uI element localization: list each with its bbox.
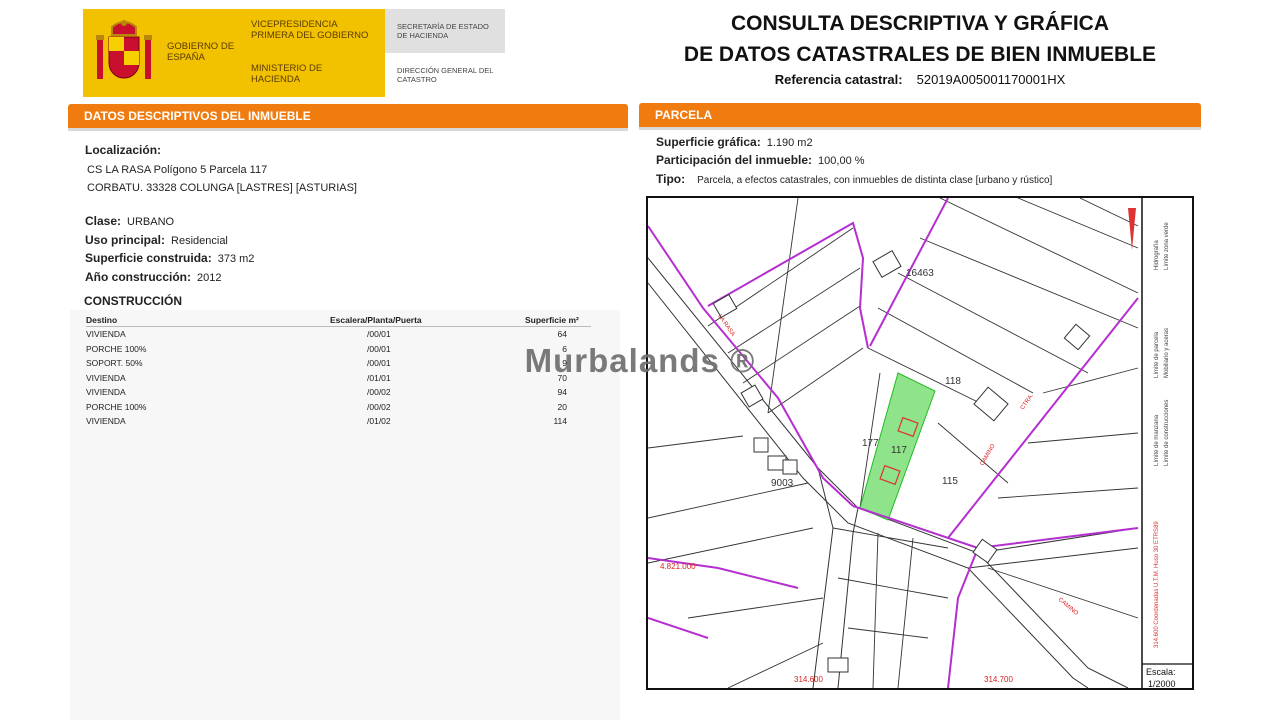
table-header-row: Destino Escalera/Planta/Puerta Superfici… bbox=[86, 314, 591, 327]
cell-destino: PORCHE 100% bbox=[86, 401, 147, 412]
construccion-heading: CONSTRUCCIÓN bbox=[84, 294, 182, 308]
cell-escalera: /00/02 bbox=[367, 387, 391, 398]
gobierno-label: GOBIERNO DE ESPAÑA bbox=[167, 41, 235, 63]
north-arrow-icon bbox=[1128, 208, 1136, 250]
ano-row: Año construcción: 2012 bbox=[85, 268, 222, 287]
table-row: VIVIENDA/00/01 64 bbox=[86, 327, 591, 342]
escala-label: Escala: bbox=[1146, 667, 1176, 677]
cell-destino: VIVIENDA bbox=[86, 416, 126, 427]
street-label: CTRA. bbox=[1020, 393, 1035, 411]
utm-note: 314.600 Coordenadas U.T.M. Huso 30 ETRS8… bbox=[1154, 521, 1160, 648]
parcel-label: 16463 bbox=[906, 268, 934, 279]
bar-divider bbox=[639, 127, 1201, 130]
coat-of-arms-icon bbox=[96, 20, 152, 79]
cell-escalera: /01/02 bbox=[367, 416, 391, 427]
street-label: CAMINO bbox=[1057, 597, 1079, 617]
coord-x1: 314.600 bbox=[794, 675, 823, 684]
clase-value: URBANO bbox=[127, 216, 175, 228]
cell-superficie: 94 bbox=[557, 387, 567, 398]
cell-destino: VIVIENDA bbox=[86, 329, 126, 340]
superficie-row: Superficie construida: 373 m2 bbox=[85, 249, 254, 268]
street-label: CAMINO bbox=[980, 443, 997, 467]
datos-descriptivos-bar: DATOS DESCRIPTIVOS DEL INMUEBLE bbox=[68, 104, 628, 128]
col-superficie: Superficie m² bbox=[525, 314, 591, 327]
participacion-label: Participación del inmueble: bbox=[656, 153, 813, 167]
col-escalera: Escalera/Planta/Puerta bbox=[330, 314, 525, 327]
cell-superficie: 64 bbox=[557, 329, 567, 340]
ministerio-label: MINISTERIO DE HACIENDA bbox=[251, 63, 323, 85]
document-title: CONSULTA DESCRIPTIVA Y GRÁFICA DE DATOS … bbox=[640, 8, 1200, 70]
escala-value: 1/2000 bbox=[1148, 679, 1176, 688]
parcel-label: 115 bbox=[942, 476, 958, 487]
ref-value: 52019A005001170001HX bbox=[916, 72, 1066, 87]
clase-row: Clase: URBANO bbox=[85, 212, 174, 231]
secretaria-label: SECRETARÍA DE ESTADO DE HACIENDA bbox=[397, 22, 489, 40]
tipo-row: Tipo: Parcela, a efectos catastrales, con… bbox=[656, 170, 1052, 190]
watermark: Murbalands ® bbox=[524, 342, 756, 379]
tipo-value: Parcela, a efectos catastrales, con inmu… bbox=[697, 175, 1053, 186]
title-line-2: DE DATOS CATASTRALES DE BIEN INMUEBLE bbox=[683, 43, 1157, 66]
uso-row: Uso principal: Residencial bbox=[85, 231, 228, 250]
vicepresidencia-label: VICEPRESIDENCIA PRIMERA DEL GOBIERNO bbox=[251, 19, 369, 41]
cell-escalera: /00/02 bbox=[367, 401, 391, 412]
referencia-catastral: Referencia catastral: 52019A005001170001H… bbox=[640, 72, 1200, 87]
tipo-label: Tipo: bbox=[656, 172, 686, 186]
localizacion-label: Localización: bbox=[85, 143, 162, 157]
ano-label: Año construcción: bbox=[85, 270, 192, 284]
superficie-label: Superficie construida: bbox=[85, 251, 212, 265]
coord-x2: 314.700 bbox=[984, 675, 1013, 684]
uso-label: Uso principal: bbox=[85, 233, 166, 247]
ano-value: 2012 bbox=[197, 272, 222, 284]
coord-y: 4.821.000 bbox=[660, 562, 696, 571]
localizacion-line-2: CORBATU. 33328 COLUNGA [LASTRES] [ASTURI… bbox=[87, 182, 357, 194]
ref-label: Referencia catastral: bbox=[774, 72, 903, 87]
uso-value: Residencial bbox=[171, 235, 228, 247]
clase-label: Clase: bbox=[85, 214, 122, 228]
col-destino: Destino bbox=[86, 314, 330, 327]
cell-superficie: 114 bbox=[553, 416, 567, 427]
cell-destino: VIVIENDA bbox=[86, 387, 126, 398]
table-row: VIVIENDA/00/02 94 bbox=[86, 385, 591, 400]
sup-grafica-row: Superficie gráfica: 1.190 m2 bbox=[656, 133, 813, 152]
legend-item: Límite de manzana bbox=[1154, 414, 1160, 466]
government-logo-block: GOBIERNO DE ESPAÑA VICEPRESIDENCIA PRIME… bbox=[83, 9, 385, 97]
parcel-label: 177 bbox=[862, 438, 879, 449]
legend-item: Hidrografía bbox=[1154, 240, 1160, 270]
legend-item: Límite de construcciones bbox=[1164, 400, 1170, 466]
sup-grafica-label: Superficie gráfica: bbox=[656, 135, 761, 149]
superficie-value: 373 m2 bbox=[217, 253, 255, 265]
participacion-value: 100,00 % bbox=[818, 155, 865, 167]
bar-divider bbox=[68, 128, 628, 131]
legend-item: Límite zona verde bbox=[1164, 222, 1170, 270]
localizacion-line-1: CS LA RASA Polígono 5 Parcela 117 bbox=[87, 164, 268, 176]
cadastral-map[interactable]: 16463 118 177 117 115 9003 LA RASA CAMIN… bbox=[646, 196, 1194, 690]
cell-escalera: /00/01 bbox=[367, 329, 391, 340]
table-row: VIVIENDA/01/02 114 bbox=[86, 414, 591, 429]
table-row: PORCHE 100% /00/02 20 bbox=[86, 400, 591, 415]
sup-grafica-value: 1.190 m2 bbox=[766, 137, 813, 149]
parcel-label: 117 bbox=[891, 445, 907, 456]
map-canvas: 16463 118 177 117 115 9003 LA RASA CAMIN… bbox=[648, 198, 1192, 688]
parcel-label: 9003 bbox=[771, 478, 794, 489]
cell-superficie: 20 bbox=[557, 401, 567, 412]
parcela-bar: PARCELA bbox=[639, 103, 1201, 127]
participacion-row: Participación del inmueble: 100,00 % bbox=[656, 151, 865, 170]
direccion-label: DIRECCIÓN GENERAL DEL CATASTRO bbox=[397, 66, 494, 84]
secretaria-block: SECRETARÍA DE ESTADO DE HACIENDA bbox=[385, 9, 505, 53]
title-line-1: CONSULTA DESCRIPTIVA Y GRÁFICA bbox=[730, 12, 1110, 35]
